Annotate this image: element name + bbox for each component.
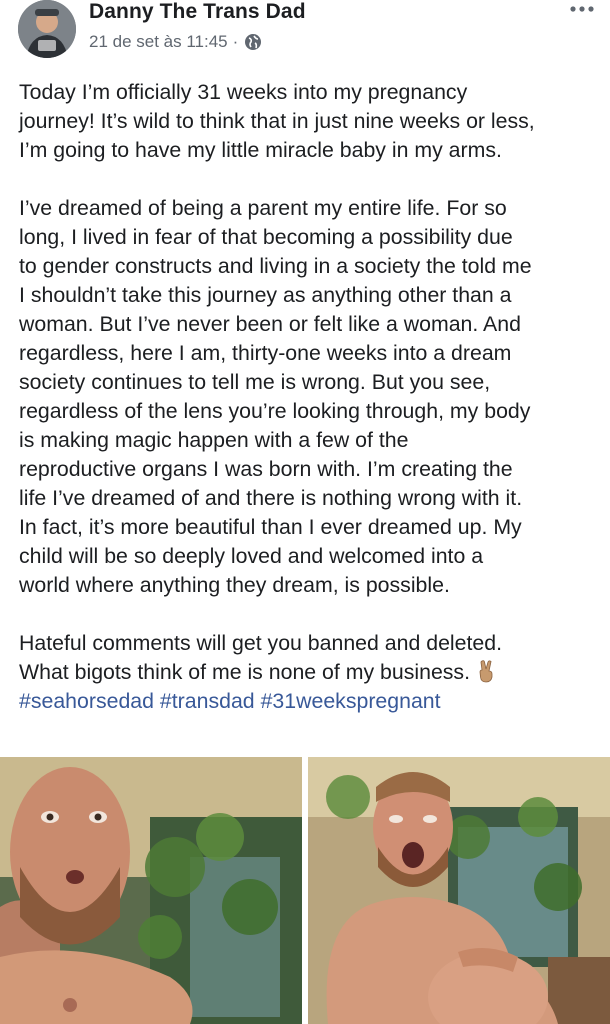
globe-icon: [244, 33, 262, 51]
post-header: Danny The Trans Dad 21 de set às 11:45 ·: [0, 0, 610, 62]
more-horizontal-icon[interactable]: [568, 2, 596, 16]
post-line: reproductive organs I was born with. I’m…: [19, 457, 513, 481]
post-line: In fact, it’s more beautiful than I ever…: [19, 515, 522, 539]
post-meta: 21 de set às 11:45 ·: [89, 32, 262, 52]
post-line: Today I’m officially 31 weeks into my pr…: [19, 80, 468, 104]
post-paragraph: Today I’m officially 31 weeks into my pr…: [19, 78, 599, 165]
hashtag-link[interactable]: #transdad: [160, 689, 255, 713]
avatar[interactable]: [18, 0, 76, 58]
post-line: life I’ve dreamed of and there is nothin…: [19, 486, 523, 510]
post-line: society continues to tell me is wrong. B…: [19, 370, 491, 394]
post-timestamp[interactable]: 21 de set às 11:45: [89, 32, 228, 52]
hashtag-link[interactable]: #seahorsedad: [19, 689, 154, 713]
post-line: is making magic happen with a few of the: [19, 428, 409, 452]
photo-left[interactable]: [0, 757, 302, 1024]
post-line: world where anything they dream, is poss…: [19, 573, 450, 597]
photo-right[interactable]: [308, 757, 610, 1024]
post-line: to gender constructs and living in a soc…: [19, 254, 532, 278]
post-line: I’m going to have my little miracle baby…: [19, 138, 502, 162]
post-line: regardless of the lens you’re looking th…: [19, 399, 531, 423]
post-line: I shouldn’t take this journey as anythin…: [19, 283, 512, 307]
hashtag-link[interactable]: #31weekspregnant: [261, 689, 441, 713]
author-name[interactable]: Danny The Trans Dad: [89, 0, 306, 24]
post-paragraph: I’ve dreamed of being a parent my entire…: [19, 194, 599, 600]
post-line: long, I lived in fear of that becoming a…: [19, 225, 513, 249]
post-line: Hateful comments will get you banned and…: [19, 631, 503, 655]
post-line: child will be so deeply loved and welcom…: [19, 544, 484, 568]
hashtag-line: #seahorsedad #transdad #31weekspregnant: [19, 687, 599, 716]
post-line: regardless, here I am, thirty-one weeks …: [19, 341, 512, 365]
post-line: woman. But I’ve never been or felt like …: [19, 312, 521, 336]
post-paragraph: Hateful comments will get you banned and…: [19, 629, 599, 716]
post-text: Today I’m officially 31 weeks into my pr…: [19, 78, 599, 716]
post-line: What bigots think of me is none of my bu…: [19, 658, 599, 687]
post-line: I’ve dreamed of being a parent my entire…: [19, 196, 507, 220]
meta-separator: ·: [232, 32, 239, 51]
victory-hand-emoji: [476, 659, 498, 683]
post-line: journey! It’s wild to think that in just…: [19, 109, 535, 133]
post-line-text: What bigots think of me is none of my bu…: [19, 660, 470, 684]
